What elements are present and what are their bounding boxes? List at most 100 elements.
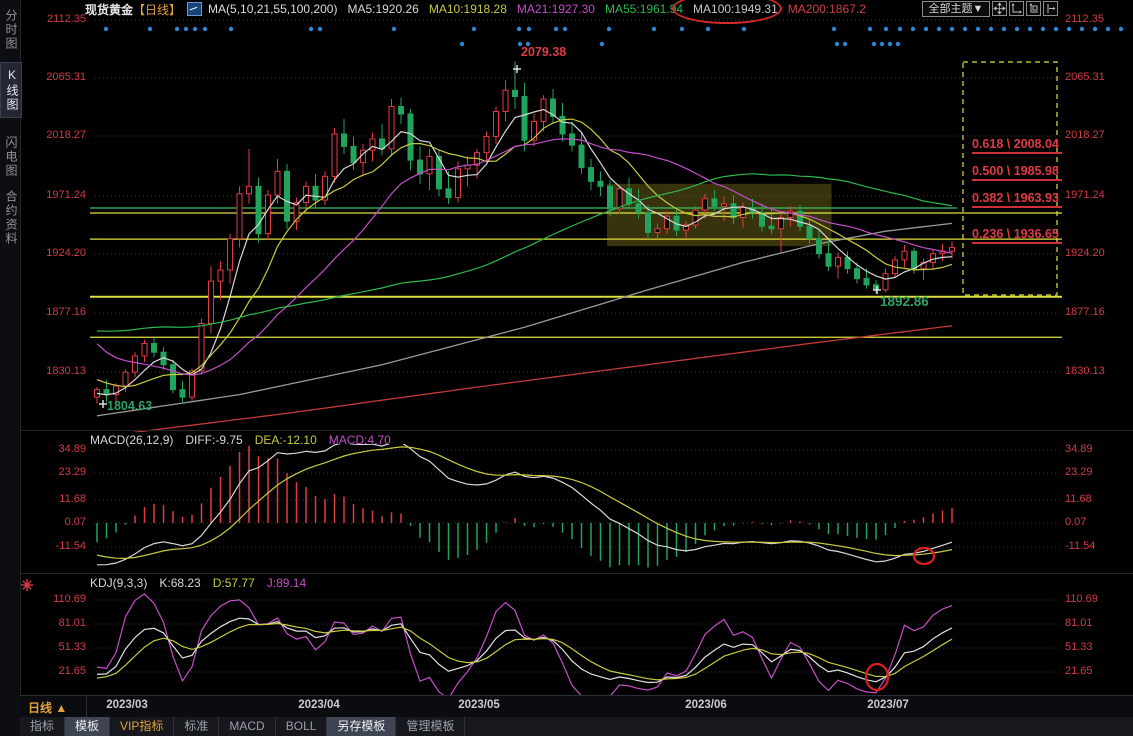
date-axis-label: 2023/05 bbox=[458, 699, 500, 711]
event-dot bbox=[883, 26, 889, 32]
diff-line bbox=[96, 444, 953, 566]
peak-price-annotation: 2079.38 bbox=[521, 45, 567, 59]
event-dot bbox=[1027, 26, 1033, 32]
grid-lines bbox=[95, 19, 1060, 673]
date-axis-label: 2023/04 bbox=[298, 699, 340, 711]
fib-level-0236: 0.236 \ 1936.65 bbox=[972, 227, 1062, 244]
event-dot-row[interactable] bbox=[103, 26, 1124, 47]
event-dot bbox=[391, 26, 397, 32]
ma10-line bbox=[96, 118, 953, 388]
macd-name: MACD(26,12,9) bbox=[90, 433, 174, 447]
event-dot bbox=[936, 26, 942, 32]
kdj-k: K:68.23 bbox=[159, 576, 201, 590]
kdj-panel[interactable] bbox=[96, 593, 953, 699]
event-dot bbox=[705, 26, 711, 32]
event-dot bbox=[183, 26, 189, 32]
macd-panel[interactable] bbox=[96, 442, 953, 568]
divider bbox=[86, 696, 87, 717]
tab-manage-template[interactable]: 管理模板 bbox=[396, 717, 466, 736]
k-line bbox=[96, 617, 953, 684]
macd-dea: DEA:-12.10 bbox=[254, 433, 317, 447]
event-dot bbox=[1053, 26, 1059, 32]
panel-separator bbox=[20, 430, 1133, 431]
date-axis-label: 2023/03 bbox=[106, 699, 148, 711]
event-dot bbox=[867, 26, 873, 32]
event-dot bbox=[202, 26, 208, 32]
tab-macd[interactable]: MACD bbox=[219, 717, 276, 736]
event-dot bbox=[1105, 26, 1111, 32]
event-dot bbox=[741, 26, 747, 32]
tab-save-template[interactable]: 另存模板 bbox=[327, 717, 397, 736]
low-price-annotation: 1804.63 bbox=[107, 399, 153, 413]
j-line bbox=[96, 593, 953, 695]
fib-level-0382: 0.382 \ 1963.93 bbox=[972, 191, 1062, 208]
event-dot bbox=[651, 26, 657, 32]
dea-line bbox=[96, 446, 953, 560]
event-dot bbox=[1014, 26, 1020, 32]
event-dot bbox=[910, 26, 916, 32]
ma100-line bbox=[96, 222, 953, 417]
tab-standard[interactable]: 标准 bbox=[174, 717, 220, 736]
event-dot bbox=[526, 26, 532, 32]
event-dot bbox=[553, 26, 559, 32]
date-axis-label: 2023/06 bbox=[685, 699, 727, 711]
event-dot bbox=[317, 26, 323, 32]
event-dot bbox=[308, 26, 314, 32]
event-dot bbox=[1066, 26, 1072, 32]
event-dot bbox=[516, 26, 522, 32]
panel-separator bbox=[20, 573, 1133, 574]
kdj-d: D:57.77 bbox=[212, 576, 255, 590]
trading-app-window: 分时图 K线图 闪电图 合约资料 现货黄金 【日线】 MA(5,10,21,55… bbox=[0, 0, 1133, 736]
tab-vip-indicators[interactable]: VIP指标 bbox=[110, 717, 175, 736]
event-dot bbox=[562, 26, 568, 32]
event-dot bbox=[1001, 26, 1007, 32]
kdj-header: KDJ(9,3,3) K:68.23 D:57.77 J:89.14 bbox=[90, 576, 306, 590]
macd-bar: MACD:4.70 bbox=[328, 433, 391, 447]
highlight-circle bbox=[912, 546, 936, 566]
event-dot bbox=[923, 26, 929, 32]
event-dot bbox=[228, 26, 234, 32]
event-dot bbox=[147, 26, 153, 32]
event-dot bbox=[949, 26, 955, 32]
event-dot bbox=[1040, 26, 1046, 32]
ma200-line bbox=[132, 325, 953, 432]
fib-level-0500: 0.500 \ 1985.98 bbox=[972, 164, 1062, 181]
tab-templates[interactable]: 模板 bbox=[65, 717, 111, 736]
event-dot bbox=[679, 26, 685, 32]
event-dot bbox=[842, 41, 848, 47]
tab-boll[interactable]: BOLL bbox=[276, 717, 328, 736]
event-dot bbox=[871, 41, 877, 47]
cross-marker bbox=[99, 400, 107, 408]
indicator-settings-icon[interactable] bbox=[21, 578, 33, 596]
event-dot bbox=[1079, 26, 1085, 32]
ma5-line bbox=[96, 108, 953, 396]
event-dot bbox=[459, 41, 465, 47]
kdj-j: J:89.14 bbox=[266, 576, 307, 590]
x-axis-row: 日线 ▲ 2023/03 2023/04 2023/05 2023/06 2023/07 bbox=[20, 695, 1133, 718]
main-price-panel[interactable] bbox=[90, 61, 1062, 437]
bottom-tab-bar: 指标 模板 VIP指标 标准 MACD BOLL 另存模板 管理模板 bbox=[20, 717, 1133, 736]
event-dot bbox=[887, 41, 893, 47]
event-dot bbox=[471, 26, 477, 32]
event-dot bbox=[834, 41, 840, 47]
fib-level-0618: 0.618 \ 2008.04 bbox=[972, 137, 1062, 154]
event-dot bbox=[895, 41, 901, 47]
date-axis-label: 2023/07 bbox=[867, 699, 909, 711]
event-dot bbox=[1092, 26, 1098, 32]
event-dot bbox=[103, 26, 109, 32]
event-dot bbox=[897, 26, 903, 32]
event-dot bbox=[1118, 26, 1124, 32]
event-dot bbox=[606, 26, 612, 32]
event-dot bbox=[962, 26, 968, 32]
period-selector[interactable]: 日线 ▲ bbox=[28, 699, 67, 716]
d-line bbox=[96, 622, 953, 681]
tab-indicators[interactable]: 指标 bbox=[20, 717, 66, 736]
event-dot bbox=[975, 26, 981, 32]
event-dot bbox=[192, 26, 198, 32]
macd-diff: DIFF:-9.75 bbox=[185, 433, 243, 447]
event-dot bbox=[879, 41, 885, 47]
event-dot bbox=[599, 41, 605, 47]
chart-canvas[interactable] bbox=[0, 0, 1133, 736]
event-dot bbox=[831, 26, 837, 32]
macd-header: MACD(26,12,9) DIFF:-9.75 DEA:-12.10 MACD… bbox=[90, 433, 391, 447]
